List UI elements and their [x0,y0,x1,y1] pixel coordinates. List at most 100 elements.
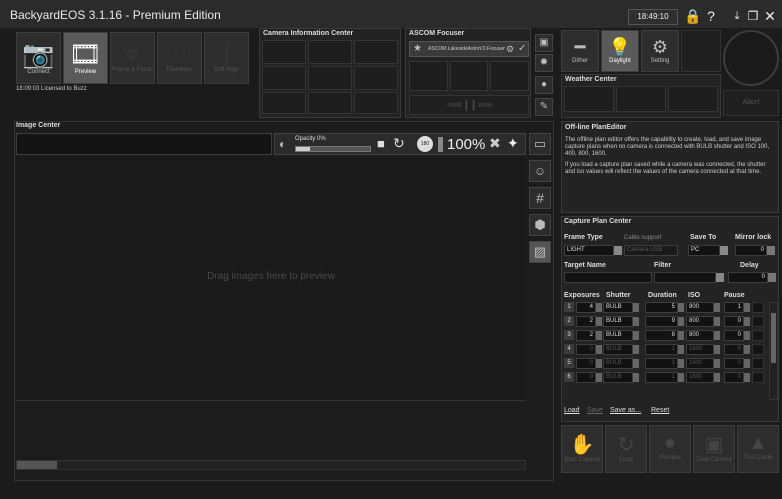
pause-stepper[interactable] [744,359,750,368]
planetary-button[interactable]: ○ Planetary [157,32,202,84]
row-checkbox[interactable] [752,302,764,313]
lock-icon[interactable]: 🔒 [684,8,701,24]
pause-stepper[interactable] [744,373,750,382]
cable-support-select[interactable]: Camera USB [624,245,678,256]
abort-dial[interactable] [723,30,779,86]
shrink-icon[interactable]: ✖ [489,135,501,152]
pause-field[interactable]: 0 [724,358,744,369]
dither-button[interactable]: ━ Dither [561,30,599,72]
save-as-link[interactable]: Save as... [610,407,641,414]
grid-icon[interactable]: # [529,187,551,209]
save-to-select[interactable]: PC [688,245,720,256]
row-checkbox[interactable] [752,316,764,327]
duration-stepper[interactable] [678,345,684,354]
exposures-stepper[interactable] [596,331,602,340]
pause-stepper[interactable] [744,303,750,312]
shutter-select[interactable]: BULB [603,302,633,313]
duration-field[interactable]: 9 [645,316,678,327]
reset-link[interactable]: Reset [651,407,669,414]
duration-field[interactable]: 5 [645,302,678,313]
fit-icon[interactable]: ✦ [507,135,519,152]
save-to-dropdown-icon[interactable] [720,246,728,255]
drift-align-button[interactable]: ∫ Drift Align [204,32,249,84]
exposures-stepper[interactable] [596,303,602,312]
image-path-field[interactable] [16,133,272,155]
pause-field[interactable]: 1 [724,302,744,313]
iso-select[interactable]: 800 [686,316,714,327]
exposures-stepper[interactable] [596,345,602,354]
iso-select[interactable]: 800 [686,302,714,313]
face-icon[interactable]: ☺ [529,160,551,182]
shutter-dropdown-icon[interactable] [633,331,639,340]
plan-scrollbar-thumb[interactable] [771,313,776,363]
pause-stepper[interactable] [744,317,750,326]
filter-dropdown-icon[interactable] [716,273,724,282]
monitor-icon[interactable]: ▭ [529,133,551,155]
pause-stepper[interactable] [744,331,750,340]
duration-stepper[interactable] [678,303,684,312]
shutter-select[interactable]: BULB [603,316,633,327]
rotate-180-icon[interactable]: 180 [417,136,433,152]
shutter-dropdown-icon[interactable] [633,359,639,368]
row-checkbox[interactable] [752,344,764,355]
exposures-field[interactable]: 2 [576,330,596,341]
row-checkbox[interactable] [752,330,764,341]
frame-type-dropdown-icon[interactable] [614,246,622,255]
focuser-settings-icon[interactable]: ⚙ [506,44,514,55]
exposures-field[interactable]: 0 [576,372,596,383]
delay-field[interactable]: 0 [728,272,768,283]
loop-button[interactable]: ↻ Loop [605,425,647,473]
image-scrollbar[interactable] [16,460,526,470]
frame-type-select[interactable]: LIGHT [564,245,614,256]
iso-dropdown-icon[interactable] [714,359,720,368]
iso-dropdown-icon[interactable] [714,317,720,326]
shutter-dropdown-icon[interactable] [633,303,639,312]
focuser-connect-icon[interactable]: ✓ [518,43,526,54]
focuser-device-bar[interactable]: ★ ASCOM.LakesideAstroV2.Focuser ⚙ ✓ [409,41,529,57]
pause-field[interactable]: 0 [724,344,744,355]
mirror-lock-field[interactable]: 0 [735,245,767,256]
preview-button[interactable]: 🎞 Preview [63,32,108,84]
exposures-field[interactable]: 0 [576,344,596,355]
delay-stepper[interactable] [768,273,776,282]
pause-stepper[interactable] [744,345,750,354]
exposures-field[interactable]: 0 [576,358,596,369]
duration-field[interactable]: 8 [645,330,678,341]
pause-field[interactable]: 0 [724,330,744,341]
plan-scrollbar[interactable] [769,302,778,400]
save-link[interactable]: Save [587,407,603,414]
capture-icon[interactable]: ▣ [535,34,553,52]
globe-icon[interactable]: ● [535,76,553,94]
exposures-stepper[interactable] [596,373,602,382]
exposures-field[interactable]: 2 [576,316,596,327]
duration-field[interactable]: 1 [645,344,678,355]
shutter-select[interactable]: BULB [603,344,633,355]
daylight-button[interactable]: 💡 Daylight [601,30,639,72]
duration-field[interactable]: 1 [645,372,678,383]
iso-select[interactable]: 800 [686,330,714,341]
rotate-icon[interactable]: ↻ [393,135,405,152]
abort-button[interactable]: Abort [723,90,779,116]
duration-stepper[interactable] [678,331,684,340]
exposures-field[interactable]: 4 [576,302,596,313]
row-checkbox[interactable] [752,372,764,383]
filter-select[interactable] [654,272,716,283]
row-checkbox[interactable] [752,358,764,369]
shutter-select[interactable]: BULB [603,372,633,383]
duration-stepper[interactable] [678,359,684,368]
exposures-stepper[interactable] [596,359,602,368]
iso-select[interactable]: 1600 [686,344,714,355]
iso-select[interactable]: 1600 [686,358,714,369]
restore-icon[interactable]: ❐ [746,8,760,24]
picture-icon[interactable]: ▨ [529,241,551,263]
pause-field[interactable]: 0 [724,316,744,327]
focuser-move-controls[interactable]: «««‹ ❙❙ ›»»» [409,95,529,115]
connect-button[interactable]: 📷 Connect [16,32,61,84]
iso-dropdown-icon[interactable] [714,331,720,340]
target-name-field[interactable] [564,272,652,283]
shutter-dropdown-icon[interactable] [633,373,639,382]
dual-camera-button[interactable]: ▣ Dual Camera [693,425,735,473]
scrollbar-thumb[interactable] [17,461,57,469]
duration-stepper[interactable] [678,317,684,326]
close-icon[interactable]: ✕ [763,8,777,24]
